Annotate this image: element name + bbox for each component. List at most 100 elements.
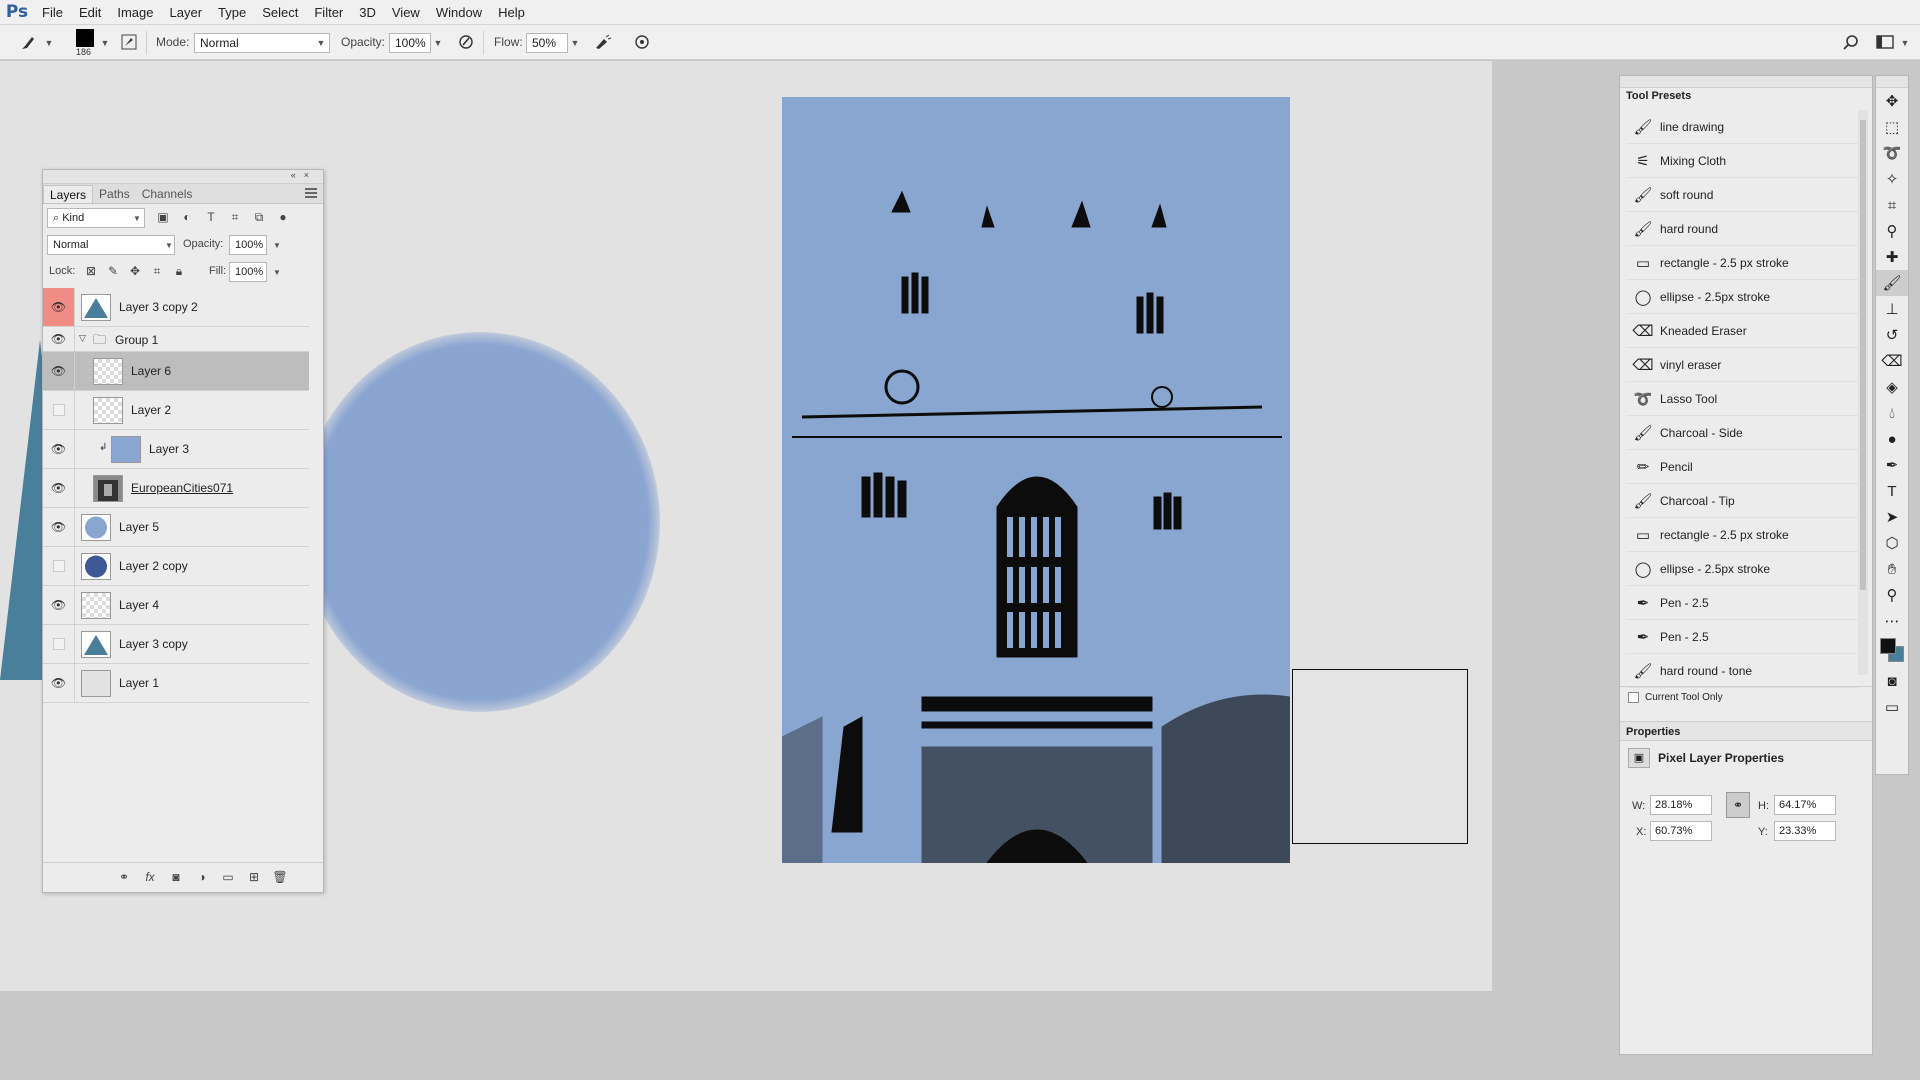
brush-tool-icon[interactable]: 🖌︎: [1876, 270, 1908, 296]
marquee-tool-icon[interactable]: ⬚: [1876, 114, 1908, 140]
dodge-tool-icon[interactable]: ●: [1876, 426, 1908, 452]
hand-tool-icon[interactable]: ✋︎: [1876, 556, 1908, 582]
menu-select[interactable]: Select: [254, 0, 306, 25]
healing-tool-icon[interactable]: ✚: [1876, 244, 1908, 270]
new-layer-icon[interactable]: ⊞: [245, 870, 263, 886]
layer-name[interactable]: Layer 2: [131, 403, 171, 417]
link-dimensions-icon[interactable]: ⚭: [1726, 792, 1750, 818]
presets-scroll-thumb[interactable]: [1860, 120, 1866, 590]
opacity-input[interactable]: 100%: [389, 33, 431, 53]
tool-preset-item[interactable]: 🖌︎ hard round - tone: [1626, 654, 1858, 688]
type-filter-icon[interactable]: T: [203, 210, 219, 226]
layer-thumbnail[interactable]: [81, 670, 111, 697]
tool-presets-title[interactable]: Tool Presets: [1626, 90, 1691, 102]
filter-toggle-icon[interactable]: ●: [275, 210, 291, 226]
eyedropper-tool-icon[interactable]: ⚲: [1876, 218, 1908, 244]
menu-edit[interactable]: Edit: [71, 0, 109, 25]
lasso-tool-icon[interactable]: ➰: [1876, 140, 1908, 166]
layer-row[interactable]: Layer 2 copy: [43, 547, 309, 586]
layer-thumbnail[interactable]: [81, 294, 111, 321]
menu-type[interactable]: Type: [210, 0, 254, 25]
layer-name[interactable]: Layer 5: [119, 520, 159, 534]
fill-input[interactable]: 100%: [229, 262, 267, 282]
tool-preset-item[interactable]: ➰ Lasso Tool: [1626, 382, 1858, 416]
layer-filter-kind[interactable]: ⌕ Kind: [47, 208, 145, 228]
layer-row[interactable]: 👁︎ EuropeanCities071: [43, 469, 309, 508]
tool-preset-item[interactable]: ▭ rectangle - 2.5 px stroke: [1626, 246, 1858, 280]
height-input[interactable]: 64.17%: [1774, 795, 1836, 815]
workspace-icon[interactable]: [1874, 31, 1896, 53]
menu-3d[interactable]: 3D: [351, 0, 384, 25]
tool-preset-item[interactable]: ◯ ellipse - 2.5px stroke: [1626, 552, 1858, 586]
more-tools-icon[interactable]: ⋯: [1876, 608, 1908, 634]
tool-preset-item[interactable]: ▭ rectangle - 2.5 px stroke: [1626, 518, 1858, 552]
layer-row[interactable]: 👁︎ Layer 5: [43, 508, 309, 547]
layer-row[interactable]: 👁︎ Layer 3 copy 2: [43, 288, 309, 327]
layer-name[interactable]: Layer 3 copy: [119, 637, 188, 651]
width-input[interactable]: 28.18%: [1650, 795, 1712, 815]
shape-filter-icon[interactable]: ⌗: [227, 210, 243, 226]
layer-opacity-caret[interactable]: ▼: [273, 241, 281, 250]
tool-preset-item[interactable]: 🖌︎ Charcoal - Side: [1626, 416, 1858, 450]
opacity-caret[interactable]: ▼: [431, 33, 445, 53]
layer-thumbnail[interactable]: [81, 592, 111, 619]
layer-thumbnail[interactable]: [111, 436, 141, 463]
crop-tool-icon[interactable]: ⌗: [1876, 192, 1908, 218]
layer-name[interactable]: Layer 3 copy 2: [119, 300, 198, 314]
panel-menu-icon[interactable]: [305, 188, 317, 198]
presets-scrollbar[interactable]: [1858, 110, 1868, 675]
tab-layers[interactable]: Layers: [43, 185, 94, 203]
visibility-toggle[interactable]: 👁︎: [43, 327, 75, 351]
mode-select[interactable]: Normal: [194, 33, 330, 53]
menu-layer[interactable]: Layer: [162, 0, 211, 25]
visibility-toggle[interactable]: 👁︎: [43, 469, 75, 507]
adjustment-icon[interactable]: ◑: [193, 870, 211, 886]
brush-preset-icon[interactable]: [118, 31, 140, 53]
tab-paths[interactable]: Paths: [93, 185, 136, 203]
layer-opacity-input[interactable]: 100%: [229, 235, 267, 255]
brush-size-caret[interactable]: ▼: [98, 33, 112, 53]
menu-image[interactable]: Image: [109, 0, 161, 25]
layer-group-row[interactable]: 👁︎ ▽ 🗀︎ Group 1: [43, 327, 309, 352]
tool-preset-item[interactable]: ✏︎ Pencil: [1626, 450, 1858, 484]
tool-preset-item[interactable]: 🖌︎ soft round: [1626, 178, 1858, 212]
menu-filter[interactable]: Filter: [306, 0, 351, 25]
layer-name[interactable]: Layer 4: [119, 598, 159, 612]
layers-panel-topbar[interactable]: «×: [43, 170, 323, 184]
layer-thumbnail[interactable]: [81, 553, 111, 580]
layer-name[interactable]: Layer 6: [131, 364, 171, 378]
visibility-toggle[interactable]: [43, 625, 75, 663]
history-brush-tool-icon[interactable]: ↺: [1876, 322, 1908, 348]
current-tool-only-checkbox[interactable]: [1628, 692, 1639, 703]
visibility-toggle[interactable]: 👁︎: [43, 430, 75, 468]
trash-icon[interactable]: 🗑︎: [271, 870, 289, 886]
eraser-tool-icon[interactable]: ⌫: [1876, 348, 1908, 374]
menu-help[interactable]: Help: [490, 0, 533, 25]
workspace-caret[interactable]: ▼: [1898, 33, 1912, 53]
x-input[interactable]: 60.73%: [1650, 821, 1712, 841]
brush-swatch[interactable]: [76, 29, 94, 47]
fill-caret[interactable]: ▼: [273, 268, 281, 277]
mask-icon[interactable]: ◙: [167, 870, 185, 886]
brush-tool-icon[interactable]: [18, 31, 40, 53]
folder-icon[interactable]: ▭: [219, 870, 237, 886]
visibility-toggle[interactable]: 👁︎: [43, 664, 75, 702]
tool-preset-item[interactable]: ⌫ vinyl eraser: [1626, 348, 1858, 382]
menu-window[interactable]: Window: [428, 0, 490, 25]
chevron-down-icon[interactable]: ▽: [79, 333, 86, 344]
lock-paint-icon[interactable]: ✎: [105, 264, 121, 280]
tool-preset-item[interactable]: ✒︎ Pen - 2.5: [1626, 586, 1858, 620]
lock-transparent-icon[interactable]: ⊠: [83, 264, 99, 280]
tab-channels[interactable]: Channels: [136, 185, 199, 203]
layer-row[interactable]: 👁︎ Layer 1: [43, 664, 309, 703]
visibility-toggle[interactable]: 👁︎: [43, 352, 75, 390]
right-dock-topbar[interactable]: [1620, 76, 1872, 88]
properties-header[interactable]: Properties: [1620, 721, 1872, 741]
pixel-filter-icon[interactable]: ▣: [155, 210, 171, 226]
layer-name[interactable]: Layer 3: [149, 442, 189, 456]
layer-name[interactable]: Layer 2 copy: [119, 559, 188, 573]
tool-preset-item[interactable]: 🖌︎ line drawing: [1626, 110, 1858, 144]
layer-thumbnail[interactable]: [81, 514, 111, 541]
lock-all-icon[interactable]: 🔒︎: [171, 264, 187, 280]
layer-thumbnail[interactable]: [93, 397, 123, 424]
